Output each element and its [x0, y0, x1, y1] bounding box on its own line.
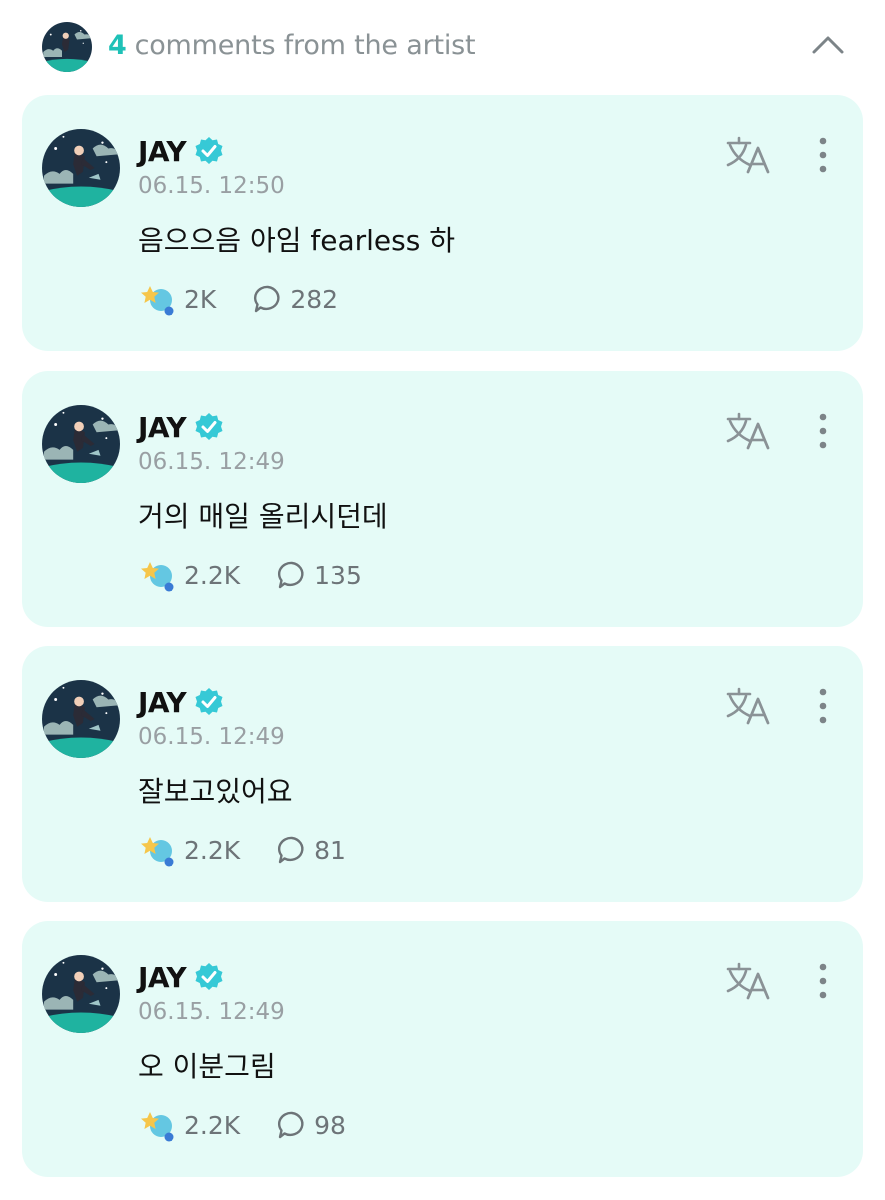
- cheer-count: 2K: [184, 284, 217, 314]
- comment-timestamp: 06.15. 12:49: [138, 999, 285, 1025]
- comment-card[interactable]: JAY 06.15. 12:49 잘보고있어요 2.2K 81: [22, 646, 863, 902]
- comment-text: 오 이분그림: [138, 1050, 276, 1083]
- comment-text: 거의 매일 올리시던데: [138, 500, 388, 533]
- author-name[interactable]: JAY: [138, 686, 187, 719]
- cheer-icon[interactable]: [138, 1108, 176, 1142]
- verified-badge-icon: [194, 412, 224, 442]
- translate-icon[interactable]: [724, 961, 774, 1001]
- cheer-icon[interactable]: [138, 833, 176, 867]
- reply-icon[interactable]: [276, 1109, 308, 1141]
- author-row: JAY: [138, 684, 224, 720]
- comment-card[interactable]: JAY 06.15. 12:50 음으으음 아임 fearless 하 2K 282: [22, 95, 863, 351]
- comment-stats: 2.2K 135: [138, 557, 362, 593]
- author-row: JAY: [138, 409, 224, 445]
- reply-count: 98: [314, 1110, 346, 1140]
- comment-timestamp: 06.15. 12:49: [138, 449, 285, 475]
- cheer-icon[interactable]: [138, 558, 176, 592]
- reply-count: 81: [314, 835, 346, 865]
- author-name[interactable]: JAY: [138, 411, 187, 444]
- translate-icon[interactable]: [724, 135, 774, 175]
- verified-badge-icon: [194, 136, 224, 166]
- comment-card[interactable]: JAY 06.15. 12:49 거의 매일 올리시던데 2.2K 135: [22, 371, 863, 627]
- cheer-count: 2.2K: [184, 835, 241, 865]
- cheer-count: 2.2K: [184, 1110, 241, 1140]
- verified-badge-icon: [194, 687, 224, 717]
- verified-badge-icon: [194, 962, 224, 992]
- reply-icon[interactable]: [252, 283, 284, 315]
- translate-icon[interactable]: [724, 411, 774, 451]
- reply-icon[interactable]: [276, 559, 308, 591]
- comment-timestamp: 06.15. 12:50: [138, 173, 285, 199]
- author-avatar[interactable]: [42, 405, 120, 483]
- more-options-icon[interactable]: [812, 411, 834, 451]
- comment-stats: 2.2K 98: [138, 1107, 346, 1143]
- author-avatar[interactable]: [42, 680, 120, 758]
- author-avatar[interactable]: [42, 955, 120, 1033]
- author-row: JAY: [138, 959, 224, 995]
- comment-count: 4: [108, 30, 127, 61]
- author-name[interactable]: JAY: [138, 961, 187, 994]
- artist-comments-header[interactable]: 4 comments from the artist: [0, 0, 885, 94]
- more-options-icon[interactable]: [812, 686, 834, 726]
- author-avatar[interactable]: [42, 129, 120, 207]
- translate-icon[interactable]: [724, 686, 774, 726]
- comment-card[interactable]: JAY 06.15. 12:49 오 이분그림 2.2K 98: [22, 921, 863, 1177]
- reply-count: 135: [314, 560, 362, 590]
- header-title-text: comments from the artist: [134, 30, 476, 61]
- cheer-count: 2.2K: [184, 560, 241, 590]
- cheer-icon[interactable]: [138, 282, 176, 316]
- comment-timestamp: 06.15. 12:49: [138, 724, 285, 750]
- chevron-up-icon[interactable]: [808, 30, 848, 60]
- more-options-icon[interactable]: [812, 961, 834, 1001]
- header-title: 4 comments from the artist: [108, 30, 476, 61]
- author-row: JAY: [138, 133, 224, 169]
- comment-text: 잘보고있어요: [138, 775, 293, 808]
- author-name[interactable]: JAY: [138, 135, 187, 168]
- comment-stats: 2.2K 81: [138, 832, 346, 868]
- reply-count: 282: [290, 284, 339, 314]
- reply-icon[interactable]: [276, 834, 308, 866]
- more-options-icon[interactable]: [812, 135, 834, 175]
- artist-avatar: [42, 22, 92, 72]
- comment-stats: 2K 282: [138, 281, 338, 317]
- comment-text: 음으으음 아임 fearless 하: [138, 224, 455, 257]
